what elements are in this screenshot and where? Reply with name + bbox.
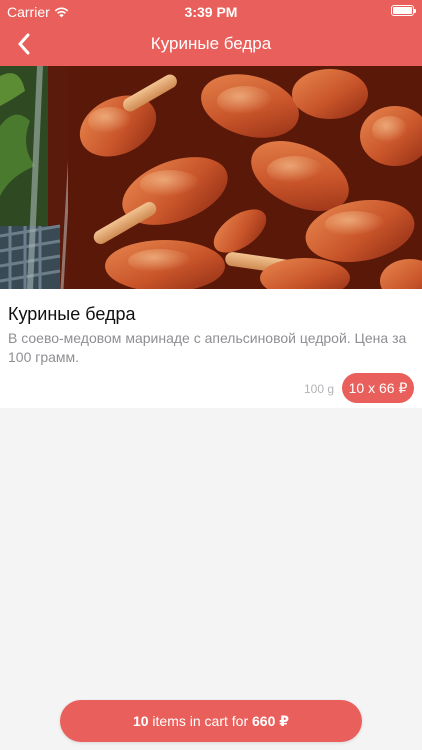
product-photo	[0, 66, 422, 289]
cart-button[interactable]: 10 items in cart for 660 ₽	[60, 700, 362, 742]
battery-icon	[391, 5, 416, 16]
product-card: Куриные бедра В соево-медовом маринаде с…	[0, 66, 422, 408]
cart-text: items in cart for	[148, 713, 253, 729]
page-title: Куриные бедра	[150, 34, 272, 53]
cart-count: 10	[132, 713, 149, 729]
product-weight: 100 g	[303, 382, 334, 396]
chevron-left-icon	[18, 33, 30, 55]
status-bar: Carrier 3:39 PM	[0, 0, 422, 22]
product-name: Куриные бедра	[8, 304, 136, 324]
status-time: 3:39 PM	[184, 4, 238, 20]
header-bar: Carrier 3:39 PM Куриные бедра	[0, 0, 422, 66]
cart-total: 660 ₽	[252, 712, 290, 729]
navigation-bar: Куриные бедра	[0, 22, 422, 66]
price-button[interactable]: 10 x 66 ₽	[342, 373, 414, 403]
product-description: В соево-медовом маринаде с апельсиновой …	[8, 330, 407, 365]
back-button[interactable]	[8, 28, 40, 60]
